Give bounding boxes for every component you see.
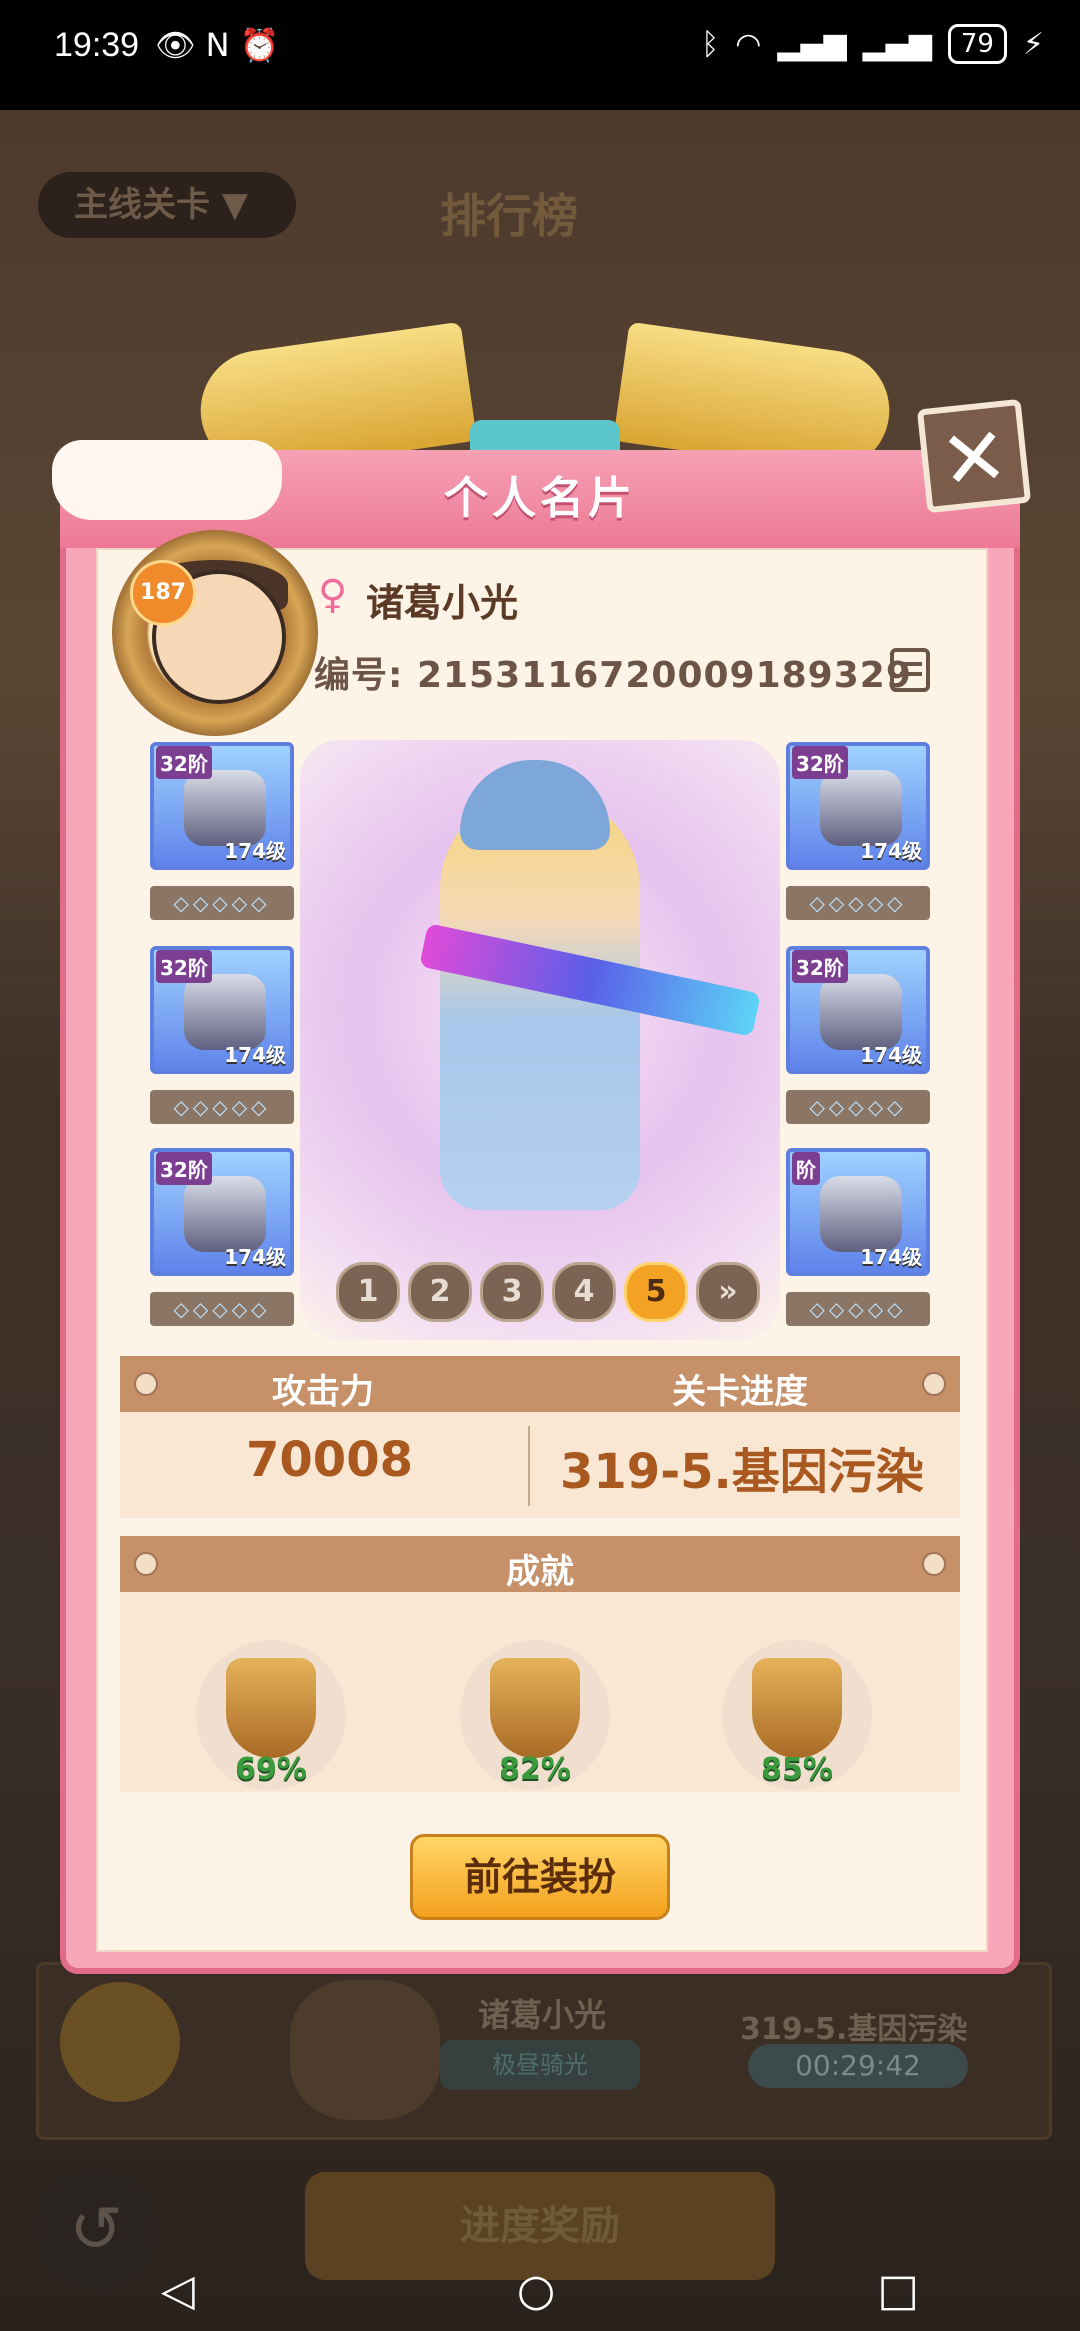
recents-nav-icon[interactable]: □ — [877, 2265, 919, 2316]
status-icons-right: ᛒ ◠ ▂▄▆ ▂▄▆ 79 ⚡ — [701, 24, 1044, 64]
equipment-slot-left-1[interactable]: 32阶 174级 — [150, 742, 294, 870]
equipment-stars: ◇◇◇◇◇ — [150, 1292, 294, 1326]
equipment-slot-right-3[interactable]: 阶 174级 — [786, 1148, 930, 1276]
equipment-slot-right-1[interactable]: 32阶 174级 — [786, 742, 930, 870]
status-icons-left: 👁Ν⏰ — [155, 26, 289, 64]
stage-dropdown-label: 主线关卡 — [74, 185, 210, 225]
pin-icon — [134, 1372, 158, 1396]
progress-label: 关卡进度 — [672, 1372, 808, 1412]
equipment-stars: ◇◇◇◇◇ — [150, 886, 294, 920]
female-icon: ♀ — [318, 572, 348, 618]
equipment-tier: 32阶 — [792, 950, 848, 983]
equipment-level: 174级 — [860, 839, 922, 863]
player-id-value: 2153116720009189329 — [416, 655, 912, 696]
bluetooth-icon: ᛒ — [701, 26, 720, 62]
hero-pager: 1 2 3 4 5 » — [336, 1262, 760, 1322]
close-icon: ✕ — [936, 408, 1013, 509]
player-name: 诸葛小光 — [366, 581, 519, 625]
status-bar: 19:39 👁Ν⏰ ᛒ ◠ ▂▄▆ ▂▄▆ 79 ⚡ — [0, 0, 1080, 110]
achievements-title: 成就 — [506, 1552, 574, 1592]
equipment-tier: 32阶 — [156, 950, 212, 983]
status-time: 19:39 — [54, 26, 140, 64]
player-level-badge: 187 — [130, 560, 196, 626]
equipment-tier: 32阶 — [792, 746, 848, 779]
equipment-tier: 32阶 — [156, 1152, 212, 1185]
signal-icon: ▂▄▆ — [777, 26, 847, 62]
signal-icon: ▂▄▆ — [862, 26, 932, 62]
rank-stage: 319-5.基因污染 — [740, 2012, 968, 2047]
attack-value: 70008 — [246, 1432, 413, 1488]
equipment-tier: 32阶 — [156, 746, 212, 779]
eye-icon: 👁 — [155, 26, 206, 64]
rank-title-badge: 极昼骑光 — [440, 2040, 640, 2090]
equipment-level: 174级 — [224, 839, 286, 863]
page-button-5[interactable]: 5 — [624, 1262, 688, 1322]
system-nav-bar: ◁ ○ □ — [0, 2250, 1080, 2331]
nfc-icon: Ν — [205, 26, 240, 64]
copy-icon[interactable] — [890, 648, 930, 692]
rank-timer: 00:29:42 — [748, 2044, 968, 2088]
stats-divider — [528, 1426, 530, 1506]
chevron-down-icon: ▼ — [221, 185, 248, 225]
go-dress-up-button[interactable]: 前往装扮 — [410, 1834, 670, 1920]
equipment-level: 174级 — [224, 1245, 286, 1269]
achievement-percent: 82% — [499, 1752, 571, 1787]
charging-icon: ⚡ — [1022, 26, 1044, 62]
equipment-slot-right-2[interactable]: 32阶 174级 — [786, 946, 930, 1074]
player-id-label: 编号: — [314, 655, 404, 696]
turret-icon — [752, 1658, 842, 1758]
leaderboard-title: 排行榜 — [440, 189, 578, 243]
equipment-level: 174级 — [860, 1245, 922, 1269]
battery-icon: 79 — [947, 24, 1007, 64]
achievement-item[interactable]: 82% — [460, 1640, 620, 1790]
pistol-icon — [226, 1658, 316, 1758]
equipment-tier: 阶 — [792, 1152, 820, 1185]
page-button-4[interactable]: 4 — [552, 1262, 616, 1322]
close-button[interactable]: ✕ — [916, 398, 1032, 514]
achievement-item[interactable]: 69% — [196, 1640, 356, 1790]
achievements-header: 成就 — [120, 1536, 960, 1592]
pin-icon — [922, 1552, 946, 1576]
player-id-row: 编号: 2153116720009189329 — [314, 646, 912, 698]
rank-player-name: 诸葛小光 — [478, 1996, 607, 2034]
page-button-1[interactable]: 1 — [336, 1262, 400, 1322]
wifi-icon: ◠ — [735, 26, 762, 62]
home-nav-icon[interactable]: ○ — [517, 2265, 555, 2316]
progress-value: 319-5.基因污染 — [560, 1444, 924, 1500]
back-nav-icon[interactable]: ◁ — [161, 2265, 195, 2316]
equipment-level: 174级 — [224, 1043, 286, 1067]
rank-avatar — [290, 1980, 440, 2120]
achievement-item[interactable]: 85% — [722, 1640, 882, 1790]
equipment-stars: ◇◇◇◇◇ — [786, 1292, 930, 1326]
equipment-slot-left-2[interactable]: 32阶 174级 — [150, 946, 294, 1074]
equipment-level: 174级 — [860, 1043, 922, 1067]
equipment-stars: ◇◇◇◇◇ — [786, 886, 930, 920]
equipment-slot-left-3[interactable]: 32阶 174级 — [150, 1148, 294, 1276]
stage-dropdown[interactable]: 主线关卡 ▼ — [38, 172, 296, 238]
alarm-icon: ⏰ — [239, 26, 290, 64]
stats-header: 攻击力 关卡进度 — [120, 1356, 960, 1412]
achievement-percent: 85% — [761, 1752, 833, 1787]
page-button-2[interactable]: 2 — [408, 1262, 472, 1322]
trophy-icon — [60, 1982, 180, 2102]
equipment-stars: ◇◇◇◇◇ — [786, 1090, 930, 1124]
achievement-percent: 69% — [235, 1752, 307, 1787]
pin-icon — [134, 1552, 158, 1576]
pin-icon — [922, 1372, 946, 1396]
page-button-3[interactable]: 3 — [480, 1262, 544, 1322]
equipment-stars: ◇◇◇◇◇ — [150, 1090, 294, 1124]
next-page-button[interactable]: » — [696, 1262, 760, 1322]
profile-card-title: 个人名片 — [444, 473, 636, 524]
card-icon — [490, 1658, 580, 1758]
attack-label: 攻击力 — [272, 1372, 374, 1412]
